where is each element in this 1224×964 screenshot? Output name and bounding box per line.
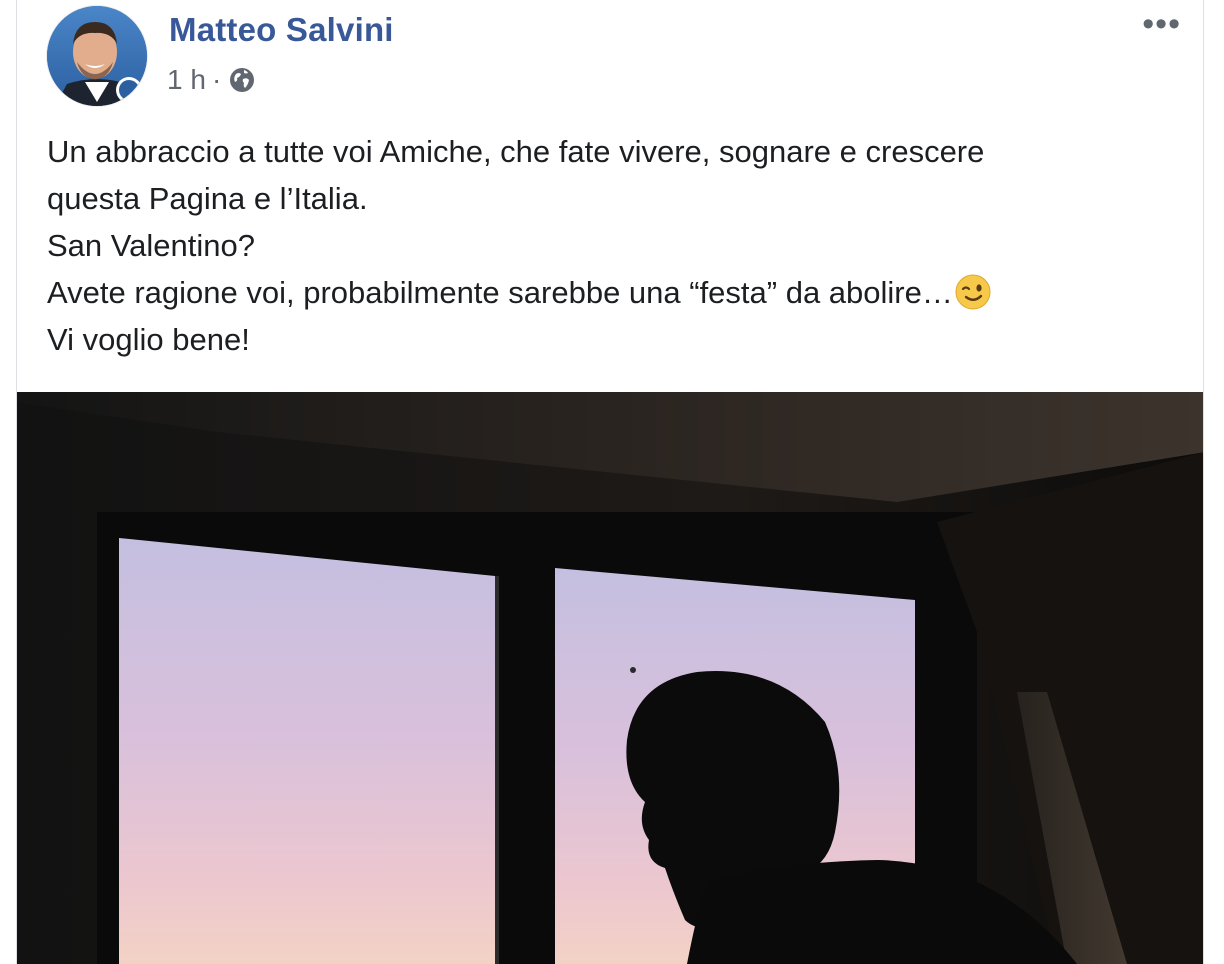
post-meta: 1 h · (167, 64, 257, 96)
timestamp-link[interactable]: 1 h (167, 64, 206, 96)
post-text: Un abbraccio a tutte voi Amiche, che fat… (47, 128, 1177, 363)
post-text-line: San Valentino? (47, 228, 255, 263)
winking-face-icon (955, 274, 991, 310)
post-text-line: Un abbraccio a tutte voi Amiche, che fat… (47, 134, 985, 169)
post-text-line: questa Pagina e l’Italia. (47, 181, 368, 216)
more-options-button[interactable]: ••• (1142, 7, 1181, 41)
silhouette-window-photo (17, 392, 1203, 964)
avatar-image (47, 6, 147, 106)
meta-separator: · (211, 64, 222, 95)
globe-icon[interactable] (227, 65, 257, 95)
author-avatar[interactable] (47, 6, 147, 106)
author-name-link[interactable]: Matteo Salvini (169, 11, 394, 49)
post-text-line: Avete ragione voi, probabilmente sarebbe… (47, 275, 953, 310)
post-photo[interactable] (17, 392, 1203, 964)
post-card: Matteo Salvini 1 h · ••• Un abbraccio a … (16, 0, 1204, 964)
post-text-line-with-emoji: Avete ragione voi, probabilmente sarebbe… (47, 269, 1177, 316)
post-text-line: Vi voglio bene! (47, 322, 250, 357)
